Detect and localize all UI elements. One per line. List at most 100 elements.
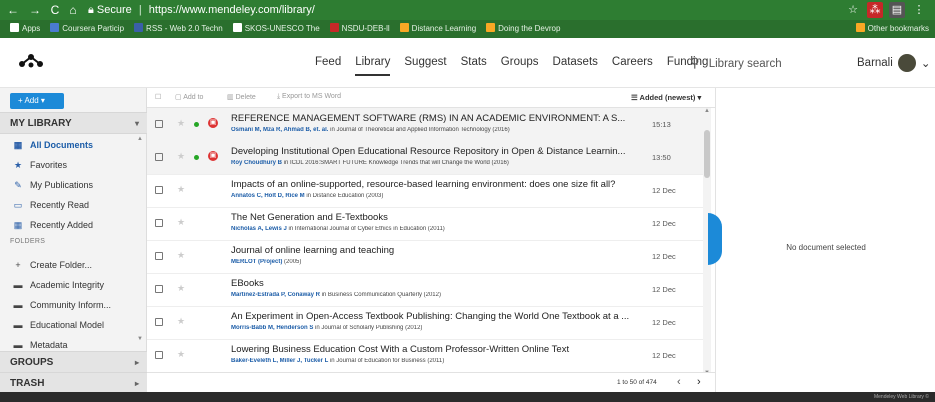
sidebar-item-favorites[interactable]: ★ Favorites — [12, 160, 67, 171]
bookmark-item[interactable]: RSS - Web 2.0 Techn — [134, 20, 223, 38]
forward-icon[interactable]: → — [28, 3, 42, 17]
folder-item[interactable]: ▬ Community Inform... — [12, 300, 112, 310]
create-folder-button[interactable]: + Create Folder... — [12, 260, 92, 270]
sidebar-item-recently-added[interactable]: ▦ Recently Added — [12, 220, 93, 231]
nav-suggest[interactable]: Suggest — [404, 56, 446, 76]
user-menu[interactable]: Barnali ⌄ — [857, 54, 930, 72]
folder-item[interactable]: ▬ Educational Model — [12, 320, 105, 330]
nav-careers[interactable]: Careers — [612, 56, 653, 76]
detail-toggle-handle[interactable] — [708, 213, 722, 265]
row-checkbox[interactable] — [155, 219, 163, 227]
row-checkbox[interactable] — [155, 285, 163, 293]
favorite-star-icon[interactable]: ★ — [177, 283, 185, 294]
document-title[interactable]: Lowering Business Education Cost With a … — [231, 344, 631, 355]
menu-icon[interactable]: ⋮ — [911, 2, 927, 18]
all-documents-icon: ▦ — [13, 140, 23, 150]
add-to-button[interactable]: ▢ Add to — [175, 93, 203, 101]
select-all-checkbox[interactable]: ☐ — [155, 93, 161, 101]
document-row[interactable]: ★ An Experiment in Open-Access Textbook P… — [147, 306, 707, 340]
nav-stats[interactable]: Stats — [461, 56, 487, 76]
sidebar-item-all-documents[interactable]: ▦ All Documents — [12, 140, 93, 151]
favorite-star-icon[interactable]: ★ — [177, 349, 185, 360]
nav-library[interactable]: Library — [355, 56, 391, 76]
document-row[interactable]: ★ The Net Generation and E-Textbooks Nicho… — [147, 207, 707, 241]
document-row[interactable]: ★ ▣ Developing Institutional Open Educatio… — [147, 141, 707, 175]
folder-icon: ▬ — [13, 280, 23, 290]
calendar-icon: ▦ — [13, 220, 23, 230]
row-checkbox[interactable] — [155, 120, 163, 128]
groups-header[interactable]: GROUPS ▸ — [0, 351, 147, 373]
delete-label: Delete — [235, 94, 256, 101]
document-row[interactable]: ★ Impacts of an online-supported, resourc… — [147, 174, 707, 208]
favorite-star-icon[interactable]: ★ — [177, 151, 185, 162]
bookmark-item[interactable]: Apps — [10, 20, 40, 38]
other-bookmarks[interactable]: Other bookmarks — [855, 20, 929, 38]
back-icon[interactable]: ← — [6, 3, 20, 17]
prev-page-icon[interactable]: ‹ — [677, 376, 681, 388]
document-source: in ICDL 2016:SMART FUTURE Knowledge Tren… — [283, 160, 509, 166]
library-search[interactable]: ⚲ Library search — [690, 52, 838, 74]
document-authors: Osmani M, Mza R, Ahmad B, et. al. — [231, 127, 329, 133]
bookmark-item[interactable]: Doing the Devrop — [486, 20, 560, 38]
search-icon: ⚲ — [690, 55, 700, 70]
bookmark-item[interactable]: Coursera Particip — [50, 20, 124, 38]
document-row[interactable]: ★ EBooks Martinez-Estrada P, Conaway R in … — [147, 273, 707, 307]
export-button[interactable]: ⤓ Export to MS Word — [277, 93, 341, 101]
folder-item[interactable]: ▬ Metadata — [12, 340, 68, 350]
favorite-star-icon[interactable]: ★ — [177, 184, 185, 195]
favorite-star-icon[interactable]: ★ — [177, 118, 185, 129]
document-title[interactable]: Impacts of an online-supported, resource… — [231, 179, 631, 190]
row-checkbox[interactable] — [155, 186, 163, 194]
next-page-icon[interactable]: › — [697, 376, 701, 388]
document-title[interactable]: Journal of online learning and teaching — [231, 245, 631, 256]
document-meta: Nicholas A, Lewis J in International Jou… — [231, 226, 641, 232]
sidebar-item-recently-read[interactable]: ▭ Recently Read — [12, 200, 89, 211]
add-button[interactable]: + Add ▾ — [10, 93, 64, 109]
folder-icon: ▬ — [13, 340, 23, 350]
nav-feed[interactable]: Feed — [315, 56, 341, 76]
bookmark-item[interactable]: Distance Learning — [399, 20, 476, 38]
row-checkbox[interactable] — [155, 252, 163, 260]
row-checkbox[interactable] — [155, 153, 163, 161]
favorite-star-icon[interactable]: ★ — [177, 217, 185, 228]
document-title[interactable]: REFERENCE MANAGEMENT SOFTWARE (RMS) IN A… — [231, 113, 631, 124]
document-title[interactable]: Developing Institutional Open Educationa… — [231, 146, 631, 157]
nav-groups[interactable]: Groups — [501, 56, 539, 76]
sidebar-item-my-publications[interactable]: ✎ My Publications — [12, 180, 93, 191]
delete-button[interactable]: ▥ Delete — [227, 93, 256, 101]
bookmark-item[interactable]: SKOS-UNESCO The — [232, 20, 320, 38]
pdf-icon[interactable]: ▣ — [208, 118, 218, 128]
row-checkbox[interactable] — [155, 318, 163, 326]
document-row[interactable]: ★ Journal of online learning and teaching… — [147, 240, 707, 274]
sidebar-scrollbar[interactable]: ▲ ▼ — [137, 136, 143, 346]
document-title[interactable]: An Experiment in Open-Access Textbook Pu… — [231, 311, 631, 322]
scrollbar-thumb[interactable] — [704, 130, 710, 178]
mendeley-logo[interactable] — [18, 53, 44, 74]
extension-icon[interactable]: ▤ — [889, 2, 905, 18]
pdf-icon[interactable]: ▣ — [208, 151, 218, 161]
document-row[interactable]: ★ ▣ REFERENCE MANAGEMENT SOFTWARE (RMS) IN… — [147, 108, 707, 142]
nav-datasets[interactable]: Datasets — [553, 56, 598, 76]
favorite-star-icon[interactable]: ★ — [177, 250, 185, 261]
row-checkbox[interactable] — [155, 351, 163, 359]
folder-label: Create Folder... — [30, 260, 93, 270]
url-text[interactable]: https://www.mendeley.com/library/ — [149, 4, 315, 16]
document-date: 13:50 — [652, 153, 671, 162]
home-icon[interactable]: ⌂ — [66, 3, 80, 17]
trash-header[interactable]: TRASH ▸ — [0, 372, 147, 394]
document-row[interactable]: ★ Lowering Business Education Cost With a… — [147, 339, 707, 373]
my-library-header[interactable]: MY LIBRARY ▾ — [0, 112, 147, 134]
reload-icon[interactable]: C — [48, 3, 62, 17]
folder-item[interactable]: ▬ Academic Integrity — [12, 280, 105, 290]
address-bar[interactable]: 🔒︎ Secure | https://www.mendeley.com/lib… — [88, 3, 848, 18]
sidebar-item-label: Recently Read — [30, 200, 90, 210]
favorite-star-icon[interactable]: ★ — [177, 316, 185, 327]
document-title[interactable]: The Net Generation and E-Textbooks — [231, 212, 631, 223]
mendeley-extension-icon[interactable]: ⁂ — [867, 2, 883, 18]
document-title[interactable]: EBooks — [231, 278, 631, 289]
sort-dropdown[interactable]: ☰ Added (newest) ▾ — [631, 93, 701, 102]
star-bookmark-icon[interactable]: ☆ — [845, 2, 861, 18]
bookmark-item[interactable]: NSDU-DEB-ll — [329, 20, 390, 38]
folder-label: Metadata — [30, 340, 68, 350]
bookmark-label: RSS - Web 2.0 Techn — [146, 24, 223, 33]
